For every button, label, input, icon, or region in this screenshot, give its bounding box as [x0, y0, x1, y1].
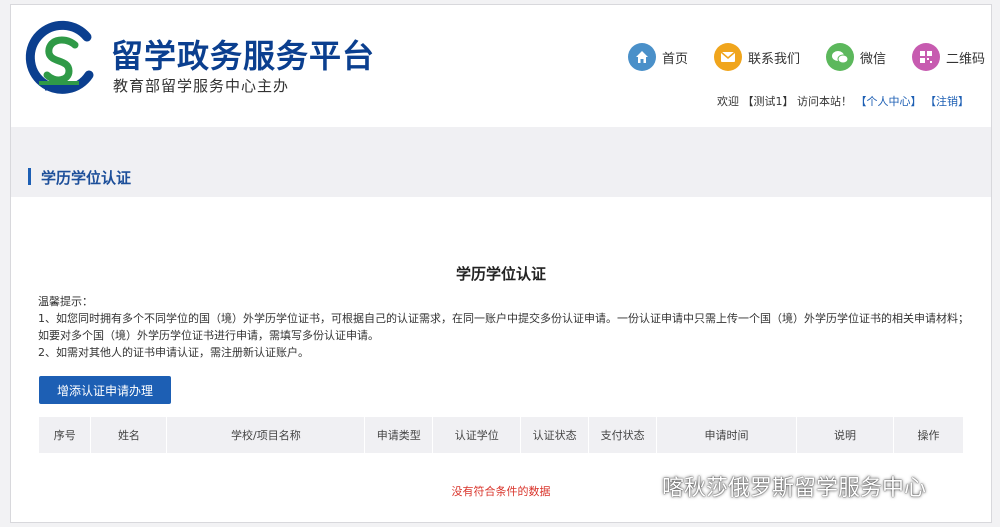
- site-subtitle: 教育部留学服务中心主办: [113, 77, 290, 95]
- col-apply-type: 申请类型: [364, 417, 434, 453]
- tips-heading: 温馨提示：: [38, 295, 93, 308]
- site-header: 留学政务服务平台 教育部留学服务中心主办 首页 联系我们 微信 二维码 欢迎 【…: [11, 5, 991, 125]
- page-frame: 留学政务服务平台 教育部留学服务中心主办 首页 联系我们 微信 二维码 欢迎 【…: [10, 4, 992, 523]
- platform-logo-icon: [25, 20, 94, 94]
- profile-link[interactable]: 【个人中心】: [856, 95, 922, 108]
- welcome-visit: 访问本站！: [797, 95, 852, 108]
- section-title: 学历学位认证: [41, 169, 132, 187]
- tip-2: 2、如需对其他人的证书申请认证，需注册新认证账户。: [38, 346, 309, 359]
- add-application-button[interactable]: 增添认证申请办理: [39, 376, 171, 404]
- nav-qrcode[interactable]: 二维码: [911, 43, 985, 71]
- nav-wechat[interactable]: 微信: [825, 43, 886, 71]
- col-cert-status: 认证状态: [520, 417, 590, 453]
- col-pay-status: 支付状态: [588, 417, 658, 453]
- nav-contact[interactable]: 联系我们: [713, 43, 800, 71]
- watermark-text: 喀秋莎俄罗斯留学服务中心: [662, 476, 927, 501]
- wechat-watermark-icon: [621, 474, 652, 497]
- section-band: [11, 127, 991, 197]
- site-title: 留学政务服务平台: [111, 37, 376, 75]
- application-table: 序号 姓名 学校/项目名称 申请类型 认证学位 认证状态 支付状态 申请时间 说…: [39, 417, 965, 453]
- col-apply-time: 申请时间: [656, 417, 797, 453]
- wechat-icon: [825, 43, 854, 71]
- col-note: 说明: [796, 417, 894, 453]
- col-name: 姓名: [90, 417, 168, 453]
- col-school: 学校/项目名称: [166, 417, 366, 453]
- logout-link[interactable]: 【注销】: [925, 95, 969, 108]
- col-degree: 认证学位: [432, 417, 522, 453]
- col-action: 操作: [893, 417, 965, 453]
- section-accent-bar: [28, 168, 31, 185]
- home-icon: [627, 43, 656, 71]
- watermark: 喀秋莎俄罗斯留学服务中心: [620, 470, 926, 502]
- tip-1: 1、如您同时拥有多个不同学位的国（境）外学历学位证书，可根据自己的认证需求，在同…: [38, 312, 969, 342]
- qrcode-icon: [911, 43, 940, 71]
- nav-home-label: 首页: [661, 51, 688, 67]
- top-nav: 首页 联系我们 微信 二维码: [602, 43, 985, 71]
- welcome-user: 【测试1】: [742, 95, 794, 108]
- nav-qrcode-label: 二维码: [945, 51, 985, 67]
- nav-contact-label: 联系我们: [747, 51, 800, 67]
- nav-home[interactable]: 首页: [627, 43, 688, 71]
- mail-icon: [713, 43, 742, 71]
- welcome-prefix: 欢迎: [717, 95, 739, 108]
- nav-wechat-label: 微信: [859, 51, 886, 67]
- col-index: 序号: [39, 417, 92, 453]
- tips-block: 温馨提示： 1、如您同时拥有多个不同学位的国（境）外学历学位证书，可根据自己的认…: [38, 293, 978, 361]
- page-title: 学历学位认证: [455, 265, 546, 283]
- welcome-bar: 欢迎 【测试1】 访问本站！ 【个人中心】 【注销】: [717, 93, 969, 109]
- table-header-row: 序号 姓名 学校/项目名称 申请类型 认证学位 认证状态 支付状态 申请时间 说…: [39, 417, 965, 453]
